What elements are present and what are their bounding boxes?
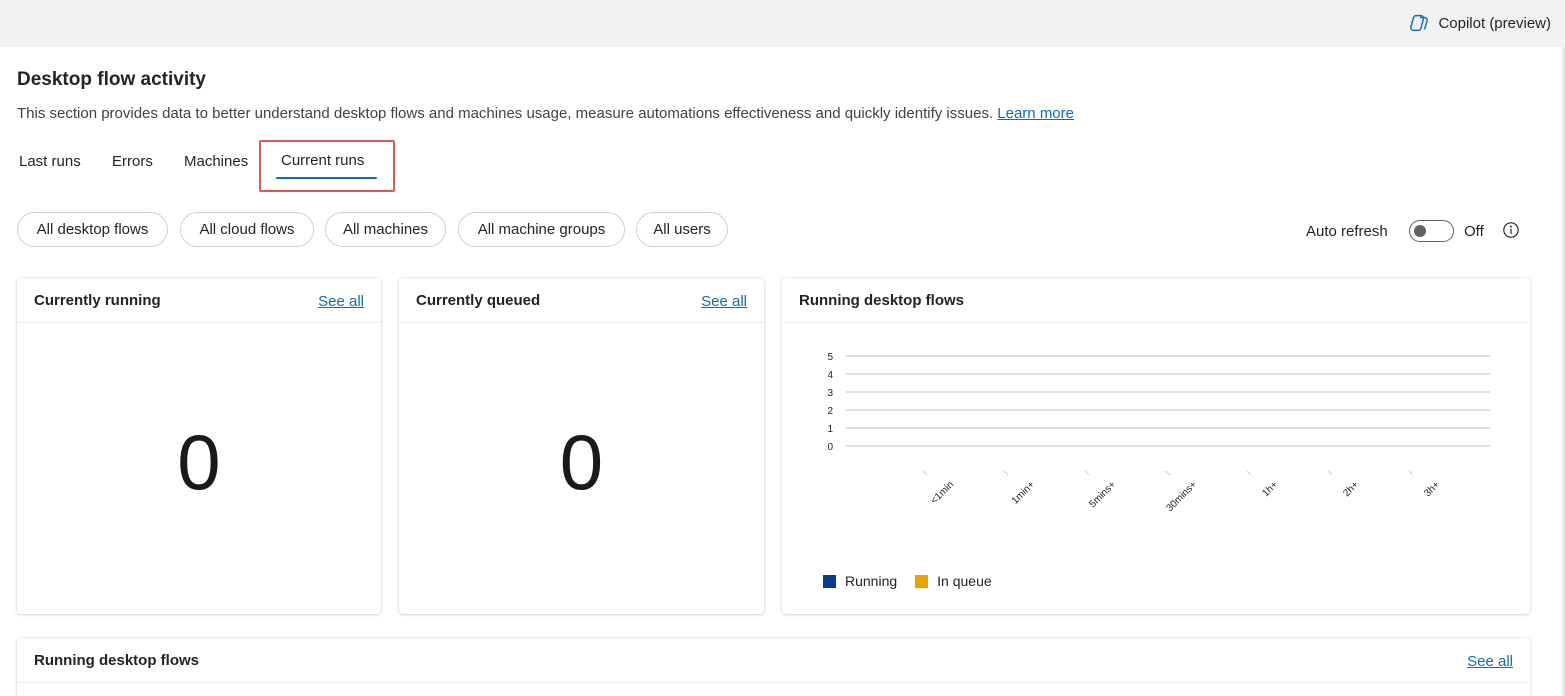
card-header: Currently running See all xyxy=(17,278,381,323)
x-tick-label: 2h+ xyxy=(1341,479,1361,499)
filter-users[interactable]: All users xyxy=(636,212,728,247)
legend-item-running[interactable]: Running xyxy=(823,573,897,589)
tab-last-runs[interactable]: Last runs xyxy=(19,153,81,170)
top-bar: Copilot (preview) xyxy=(0,0,1565,47)
card-header: Running desktop flows xyxy=(782,278,1530,323)
x-tick-label: 1min+ xyxy=(1010,479,1037,506)
card-header: Running desktop flows See all xyxy=(17,638,1530,683)
legend-item-in-queue[interactable]: In queue xyxy=(915,573,992,589)
y-tick-label: 4 xyxy=(827,370,833,381)
x-tick-mark xyxy=(1246,470,1252,476)
y-tick-label: 3 xyxy=(827,388,833,399)
auto-refresh-label: Auto refresh xyxy=(1306,223,1388,240)
page-description: This section provides data to better und… xyxy=(17,105,1074,122)
see-all-running-flows-link[interactable]: See all xyxy=(1467,653,1513,670)
tab-errors[interactable]: Errors xyxy=(112,153,153,170)
highlight-annotation xyxy=(259,140,395,192)
y-tick-label: 5 xyxy=(827,352,833,363)
currently-queued-card: Currently queued See all 0 xyxy=(399,278,764,614)
filter-machines[interactable]: All machines xyxy=(325,212,446,247)
card-title: Currently running xyxy=(34,292,161,309)
x-tick-label: 30mins+ xyxy=(1164,479,1199,514)
chart-legend: Running In queue xyxy=(823,573,992,589)
toggle-knob xyxy=(1414,225,1426,237)
y-tick-label: 1 xyxy=(827,424,833,435)
auto-refresh-state: Off xyxy=(1464,223,1484,240)
info-icon[interactable] xyxy=(1502,221,1520,239)
legend-label-in-queue: In queue xyxy=(937,573,992,589)
legend-swatch-running xyxy=(823,574,836,588)
card-title: Running desktop flows xyxy=(34,652,199,669)
x-tick-label: 5mins+ xyxy=(1087,479,1118,510)
see-all-queued-link[interactable]: See all xyxy=(701,293,747,310)
x-tick-label: 1h+ xyxy=(1260,479,1280,499)
card-title: Running desktop flows xyxy=(799,292,964,309)
auto-refresh-toggle[interactable] xyxy=(1409,220,1454,242)
currently-running-card: Currently running See all 0 xyxy=(17,278,381,614)
filter-desktop-flows[interactable]: All desktop flows xyxy=(17,212,168,247)
copilot-button[interactable]: Copilot (preview) xyxy=(1408,12,1551,34)
copilot-label: Copilot (preview) xyxy=(1438,14,1551,32)
legend-swatch-in-queue xyxy=(915,574,929,588)
running-flows-chart-card: Running desktop flows 0 1 2 3 4 5 <1min 1min+ 5… xyxy=(782,278,1530,614)
running-flows-chart: 0 1 2 3 4 5 <1min 1min+ 5mins+ 30mins+ 1h+ 2h+ 3h+ xyxy=(827,352,1490,514)
page-description-text: This section provides data to better und… xyxy=(17,105,994,122)
x-tick-mark xyxy=(922,470,928,476)
x-tick-mark xyxy=(1084,470,1090,476)
running-count: 0 xyxy=(177,418,221,506)
filter-machine-groups[interactable]: All machine groups xyxy=(458,212,625,247)
copilot-icon xyxy=(1410,14,1429,32)
learn-more-link[interactable]: Learn more xyxy=(997,105,1074,122)
x-tick-mark xyxy=(1408,470,1414,476)
y-tick-label: 0 xyxy=(827,442,833,453)
chart-x-axis: <1min 1min+ 5mins+ 30mins+ 1h+ 2h+ 3h+ xyxy=(922,470,1442,514)
see-all-running-link[interactable]: See all xyxy=(318,293,364,310)
running-flows-table-card: Running desktop flows See all xyxy=(17,638,1530,696)
filter-cloud-flows[interactable]: All cloud flows xyxy=(180,212,314,247)
page-title: Desktop flow activity xyxy=(17,69,206,90)
chart-y-axis: 0 1 2 3 4 5 xyxy=(827,352,833,453)
y-tick-label: 2 xyxy=(827,406,833,417)
tab-machines[interactable]: Machines xyxy=(184,153,248,170)
card-header: Currently queued See all xyxy=(399,278,764,323)
legend-label-running: Running xyxy=(845,573,898,589)
queued-count: 0 xyxy=(559,418,604,506)
x-tick-label: <1min xyxy=(929,479,956,506)
x-tick-mark xyxy=(1327,470,1333,476)
card-title: Currently queued xyxy=(416,292,541,309)
x-tick-mark xyxy=(1003,470,1009,476)
x-tick-mark xyxy=(1165,470,1171,476)
chart-gridlines xyxy=(846,355,1490,447)
x-tick-label: 3h+ xyxy=(1422,479,1442,499)
